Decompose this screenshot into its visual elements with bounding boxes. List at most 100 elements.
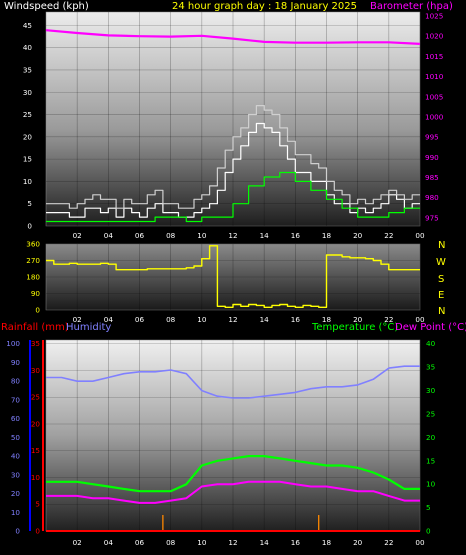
x-tick-label: 16 — [291, 538, 301, 547]
windspeed-tick-label: 30 — [23, 88, 33, 97]
barometer-tick-label: 1010 — [425, 72, 444, 81]
compass-e: E — [438, 290, 444, 301]
temperature-tick-label: 35 — [426, 363, 435, 372]
x-tick-label: 08 — [166, 538, 176, 547]
x-tick-label: 18 — [322, 538, 332, 547]
x-tick-label: 22 — [384, 538, 393, 547]
direction-tick-label: 270 — [26, 256, 40, 265]
x-tick-label: 18 — [322, 231, 332, 240]
humidity-tick-label: 0 — [15, 527, 20, 536]
rainfall-tick-label: 25 — [31, 393, 40, 402]
windspeed-tick-label: 25 — [23, 110, 32, 119]
x-tick-label: 14 — [260, 538, 270, 547]
x-tick-label: 22 — [384, 315, 393, 324]
x-tick-label: 06 — [135, 231, 145, 240]
barometer-tick-label: 975 — [425, 213, 439, 222]
windspeed-tick-label: 45 — [23, 21, 32, 30]
x-tick-label: 06 — [135, 538, 145, 547]
windspeed-tick-label: 10 — [23, 177, 33, 186]
x-tick-label: 16 — [291, 315, 301, 324]
x-tick-label: 00 — [415, 315, 425, 324]
barometer-axis-title: Barometer (hpa) — [370, 1, 453, 12]
humidity-tick-label: 50 — [11, 433, 21, 442]
temperature-tick-label: 0 — [426, 527, 431, 536]
humidity-tick-label: 90 — [11, 358, 21, 367]
humidity-tick-label: 30 — [11, 470, 21, 479]
temperature-tick-label: 30 — [426, 386, 436, 395]
temperature-tick-label: 20 — [426, 433, 436, 442]
x-tick-label: 08 — [166, 315, 176, 324]
barometer-tick-label: 1015 — [425, 52, 443, 61]
rainfall-tick-label: 0 — [35, 527, 40, 536]
barometer-tick-label: 1005 — [425, 92, 443, 101]
humidity-tick-label: 20 — [11, 489, 21, 498]
chart-title: 24 hour graph day : 18 January 2025 — [172, 1, 357, 12]
x-tick-label: 12 — [228, 231, 237, 240]
x-tick-label: 02 — [73, 538, 82, 547]
windspeed-tick-label: 20 — [23, 132, 33, 141]
rainfall-tick-label: 20 — [31, 419, 41, 428]
x-tick-label: 00 — [415, 538, 425, 547]
humidity-tick-label: 10 — [11, 508, 21, 517]
windspeed-tick-label: 5 — [27, 199, 32, 208]
humidity-tick-label: 40 — [11, 452, 21, 461]
compass-w: W — [436, 257, 446, 268]
x-tick-label: 04 — [104, 315, 114, 324]
temperature-tick-label: 25 — [426, 409, 435, 418]
barometer-tick-label: 980 — [425, 193, 439, 202]
humidity-tick-label: 80 — [11, 377, 21, 386]
compass-s: S — [438, 274, 444, 285]
rainfall-axis-title: Rainfall (mm) — [1, 322, 69, 333]
direction-tick-label: 0 — [35, 306, 40, 315]
x-tick-label: 14 — [260, 315, 270, 324]
x-tick-label: 00 — [415, 231, 425, 240]
barometer-tick-label: 1020 — [425, 32, 444, 41]
rainfall-tick-label: 5 — [35, 500, 40, 509]
x-tick-label: 18 — [322, 315, 332, 324]
direction-tick-label: 360 — [26, 240, 40, 249]
temperature-tick-label: 5 — [426, 503, 431, 512]
rainfall-tick-label: 30 — [31, 366, 41, 375]
x-tick-label: 16 — [291, 231, 301, 240]
temperature-tick-label: 10 — [426, 480, 436, 489]
x-tick-label: 08 — [166, 231, 176, 240]
x-tick-label: 04 — [104, 538, 114, 547]
humidity-tick-label: 100 — [6, 339, 20, 348]
x-tick-label: 20 — [353, 315, 363, 324]
compass-n-top: N — [438, 240, 445, 251]
x-tick-label: 02 — [73, 231, 82, 240]
rainfall-tick-label: 10 — [31, 473, 41, 482]
windspeed-axis-title: Windspeed (kph) — [4, 1, 89, 12]
barometer-tick-label: 1025 — [425, 12, 443, 21]
barometer-tick-label: 1000 — [425, 112, 444, 121]
barometer-tick-label: 990 — [425, 153, 439, 162]
x-tick-label: 12 — [228, 538, 237, 547]
direction-tick-label: 180 — [26, 273, 40, 282]
temperature-tick-label: 15 — [426, 456, 435, 465]
windspeed-tick-label: 40 — [23, 43, 33, 52]
x-tick-label: 20 — [353, 231, 363, 240]
barometer-tick-label: 995 — [425, 133, 439, 142]
x-tick-label: 22 — [384, 231, 393, 240]
barometer-tick-label: 985 — [425, 173, 439, 182]
humidity-tick-label: 60 — [11, 414, 21, 423]
compass-n-bottom: N — [438, 306, 445, 317]
x-tick-label: 20 — [353, 538, 363, 547]
x-tick-label: 14 — [260, 231, 270, 240]
x-tick-label: 10 — [197, 231, 207, 240]
windspeed-tick-label: 0 — [27, 222, 32, 231]
x-tick-label: 06 — [135, 315, 145, 324]
humidity-tick-label: 70 — [11, 395, 21, 404]
weather-graphs: Windspeed (kph) 24 hour graph day : 18 J… — [1, 1, 466, 547]
x-tick-label: 10 — [197, 315, 207, 324]
x-tick-label: 04 — [104, 231, 114, 240]
dewpoint-axis-title: Dew Point (°C) — [395, 322, 466, 333]
x-tick-label: 12 — [228, 315, 237, 324]
windspeed-tick-label: 15 — [23, 155, 32, 164]
temperature-tick-label: 40 — [426, 339, 436, 348]
direction-tick-label: 90 — [31, 289, 41, 298]
rainfall-tick-label: 15 — [31, 446, 40, 455]
x-tick-label: 10 — [197, 538, 207, 547]
windspeed-tick-label: 35 — [23, 65, 32, 74]
x-tick-label: 02 — [73, 315, 82, 324]
